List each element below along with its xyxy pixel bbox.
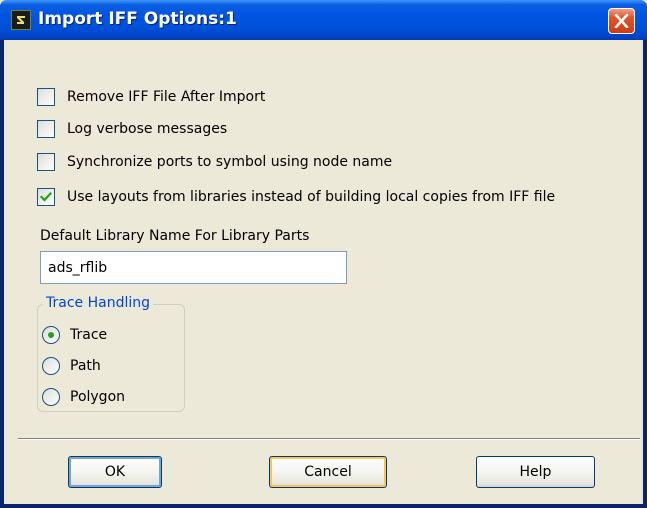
import-iff-dialog: Import IFF Options:1 Remove IFF File Aft… (0, 0, 647, 508)
radio-selected-dot (48, 332, 54, 338)
app-icon (11, 10, 31, 30)
option-use-library-layouts[interactable]: Use layouts from libraries instead of bu… (37, 187, 555, 207)
radio-label: Trace (70, 327, 108, 343)
option-label: Synchronize ports to symbol using node n… (67, 154, 393, 170)
title-bar[interactable]: Import IFF Options:1 (0, 0, 647, 40)
close-button[interactable] (608, 8, 635, 34)
log-verbose-checkbox[interactable] (37, 120, 55, 138)
trace-radio[interactable] (42, 326, 60, 344)
radio-trace[interactable]: Trace (42, 325, 107, 345)
radio-polygon[interactable]: Polygon (42, 387, 125, 407)
radio-path[interactable]: Path (42, 356, 101, 376)
option-label: Remove IFF File After Import (67, 89, 266, 105)
check-mark-icon (39, 191, 53, 202)
close-icon (614, 14, 629, 28)
option-label: Log verbose messages (67, 121, 228, 137)
default-library-input[interactable] (40, 251, 347, 284)
use-library-layouts-checkbox[interactable] (37, 188, 55, 206)
remove-iff-file-checkbox[interactable] (37, 88, 55, 106)
button-separator (18, 438, 640, 440)
default-library-label: Default Library Name For Library Parts (40, 228, 310, 244)
path-radio[interactable] (42, 357, 60, 375)
option-remove-iff-file[interactable]: Remove IFF File After Import (37, 87, 265, 107)
polygon-radio[interactable] (42, 388, 60, 406)
radio-label: Path (70, 358, 101, 374)
window-title: Import IFF Options:1 (38, 9, 237, 29)
ok-button[interactable]: OK (68, 456, 162, 488)
option-label: Use layouts from libraries instead of bu… (67, 189, 556, 205)
synchronize-ports-checkbox[interactable] (37, 153, 55, 171)
trace-handling-legend: Trace Handling (43, 295, 153, 311)
help-button[interactable]: Help (476, 456, 595, 488)
option-synchronize-ports[interactable]: Synchronize ports to symbol using node n… (37, 152, 392, 172)
radio-label: Polygon (70, 389, 126, 405)
option-log-verbose[interactable]: Log verbose messages (37, 119, 227, 139)
cancel-button[interactable]: Cancel (269, 456, 387, 488)
